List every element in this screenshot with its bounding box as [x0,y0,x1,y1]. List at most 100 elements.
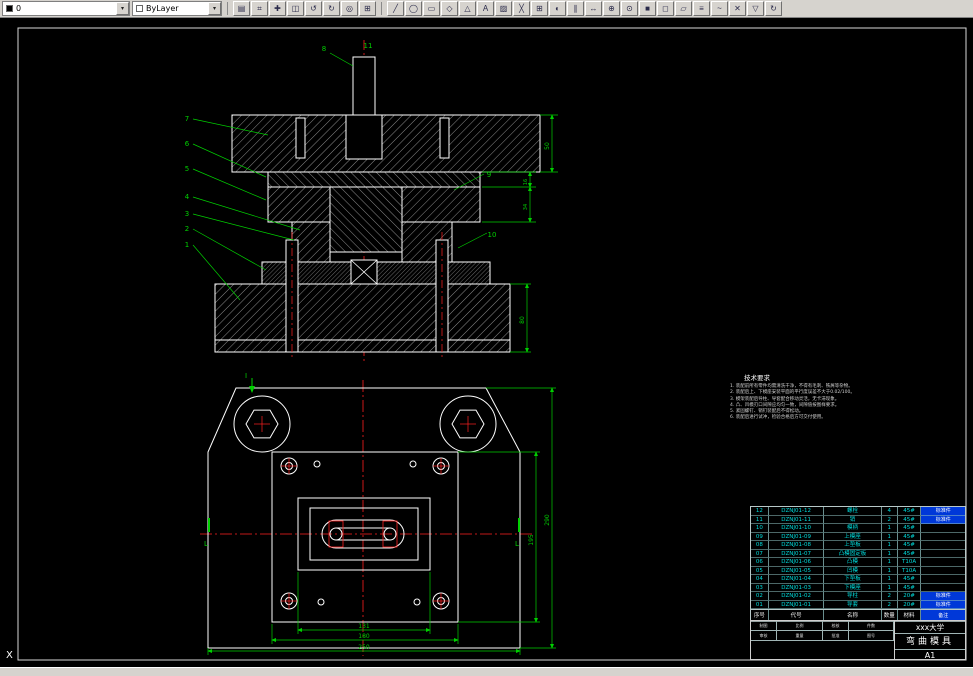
toolbar-icon[interactable]: ↺ [305,1,322,16]
toolbar-icon[interactable]: ✕ [729,1,746,16]
toolbar-icon[interactable]: ✚ [269,1,286,16]
toolbar-right-group: ╱ ◯ ▭ ◇ △ A ▨ ╳ ⊞ ◐ ∥ ↔ ⊕ ⊙ ■ ◻ ▱ ≡ ~ ✕ … [387,1,782,16]
bom-code: DZNJ01-06 [768,558,825,567]
table-row: 02 DZNJ01-02 导柱 2 20# 标准件 [751,592,965,601]
color-combo[interactable]: ByLayer ▾ [132,1,222,16]
toolbar-icon[interactable]: ▨ [495,1,512,16]
balloon-label: 3 [185,210,189,218]
bom-material: 45# [897,524,922,533]
plan-dim-labels: 290 195 131 180 250 [358,514,551,651]
bom-seq: 03 [751,583,769,592]
table-row: 11 DZNJ01-11 销 2 45# 标准件 [751,515,965,524]
toolbar-icon[interactable]: ↻ [323,1,340,16]
toolbar-icon[interactable]: ▭ [423,1,440,16]
toolbar-icon[interactable]: ≡ [693,1,710,16]
bom-seq: 06 [751,558,769,567]
notes-lines: 1. 装配前所有零件均需清洗干净，不得有毛刺、铁屑等杂物。 2. 装配后上、下模… [730,384,890,422]
bom-seq: 01 [751,600,769,609]
bom-code: DZNJ01-12 [768,507,825,516]
toolbar-icon[interactable]: ↔ [585,1,602,16]
bom-table: 12 DZNJ01-12 螺栓 4 45# 标准件 11 DZNJ01-11 销… [750,506,966,622]
balloon-label: 5 [185,165,189,173]
bom-material: T10A [897,566,922,575]
bom-material: T10A [897,558,922,567]
toolbar-icon[interactable]: ■ [639,1,656,16]
bom-seq: 11 [751,515,769,524]
technical-notes: 技术要求 1. 装配前所有零件均需清洗干净，不得有毛刺、铁屑等杂物。 2. 装配… [730,372,890,422]
toolbar-icon[interactable]: ◻ [657,1,674,16]
section-view: 7 6 5 4 3 2 1 8 11 9 10 50 16 34 80 [185,40,558,362]
title-block: 制图 比例 校核 件数 审核 重量 批准 图号 xxx大学 弯曲模具 A1 [750,620,966,660]
layer-combo[interactable]: 0 ▾ [2,1,130,16]
dimension-label: 34 [523,204,529,210]
toolbar-icon[interactable]: ⊕ [603,1,620,16]
bom-qty: 1 [881,532,898,541]
bom-qty: 1 [881,575,898,584]
layer-combo-value: 0 [16,4,22,13]
guide-bushing-right [439,395,497,453]
title-block-cell: 制图 [751,621,777,631]
bom-code: DZNJ01-08 [768,541,825,550]
toolbar-icon[interactable]: ◎ [341,1,358,16]
toolbar-icon[interactable]: ⊞ [359,1,376,16]
toolbar-icon[interactable]: ╱ [387,1,404,16]
table-row: 05 DZNJ01-05 凹模 1 T10A [751,566,965,575]
table-row: 08 DZNJ01-08 上垫板 1 45# [751,541,965,550]
bom-note [921,524,965,533]
chevron-down-icon[interactable]: ▾ [116,2,129,15]
bolt-hole [295,117,306,159]
note-line: 6. 装配后进行试冲，检验合格后方可交付使用。 [730,415,826,421]
toolbar-left-group: ▤ ⌗ ✚ ◫ ↺ ↻ ◎ ⊞ [233,1,376,16]
bom-name: 模柄 [824,524,882,533]
toolbar-icon[interactable]: ▱ [675,1,692,16]
dimension-label: 50 [544,142,551,150]
bom-material: 45# [897,515,922,524]
toolbar-icon[interactable]: ◫ [287,1,304,16]
toolbar-icon[interactable]: ▽ [747,1,764,16]
bom-seq: 08 [751,541,769,550]
balloon-label: 6 [185,140,190,148]
toolbar-icon[interactable]: ⌗ [251,1,268,16]
bom-qty: 2 [881,600,898,609]
lower-die-seat [214,283,511,353]
die-shank [352,56,376,116]
bom-code: DZNJ01-05 [768,566,825,575]
bom-qty: 1 [881,541,898,550]
bom-code: DZNJ01-03 [768,583,825,592]
table-row: 06 DZNJ01-06 凸模 1 T10A [751,558,965,567]
bom-code: DZNJ01-09 [768,532,825,541]
bom-code: DZNJ01-04 [768,575,825,584]
toolbar-icon[interactable]: ⊙ [621,1,638,16]
bom-material: 45# [897,532,922,541]
bom-name: 下垫板 [824,575,882,584]
bom-material: 20# [897,592,922,601]
bom-material: 20# [897,600,922,609]
sheet-size: A1 [924,651,936,660]
toolbar-icon[interactable]: △ [459,1,476,16]
toolbar-icon[interactable]: ▤ [233,1,250,16]
bom-name: 下模座 [824,583,882,592]
toolbar-icon[interactable]: ◯ [405,1,422,16]
toolbar-icon[interactable]: ~ [711,1,728,16]
toolbar-icon[interactable]: ◇ [441,1,458,16]
bom-note [921,541,965,550]
toolbar-icon[interactable]: ╳ [513,1,530,16]
bom-seq: 09 [751,532,769,541]
drawing-title: 弯曲模具 [895,634,965,650]
bom-name: 上垫板 [824,541,882,550]
toolbar-icon[interactable]: ↻ [765,1,782,16]
base-plate-outline [207,387,521,649]
toolbar-icon[interactable]: A [477,1,494,16]
university-name: xxx大学 [895,621,965,634]
title-block-cell: 批准 [823,631,849,641]
bom-seq: 07 [751,549,769,558]
toolbar-icon[interactable]: ◐ [549,1,566,16]
toolbar-icon[interactable]: ⊞ [531,1,548,16]
bom-qty: 1 [881,524,898,533]
plan-dim-lines [207,387,556,655]
status-bar[interactable] [0,667,973,676]
balloon-label: 7 [185,115,189,123]
toolbar-icon[interactable]: ∥ [567,1,584,16]
chevron-down-icon[interactable]: ▾ [208,2,221,15]
title-block-right: xxx大学 弯曲模具 A1 [894,621,965,660]
